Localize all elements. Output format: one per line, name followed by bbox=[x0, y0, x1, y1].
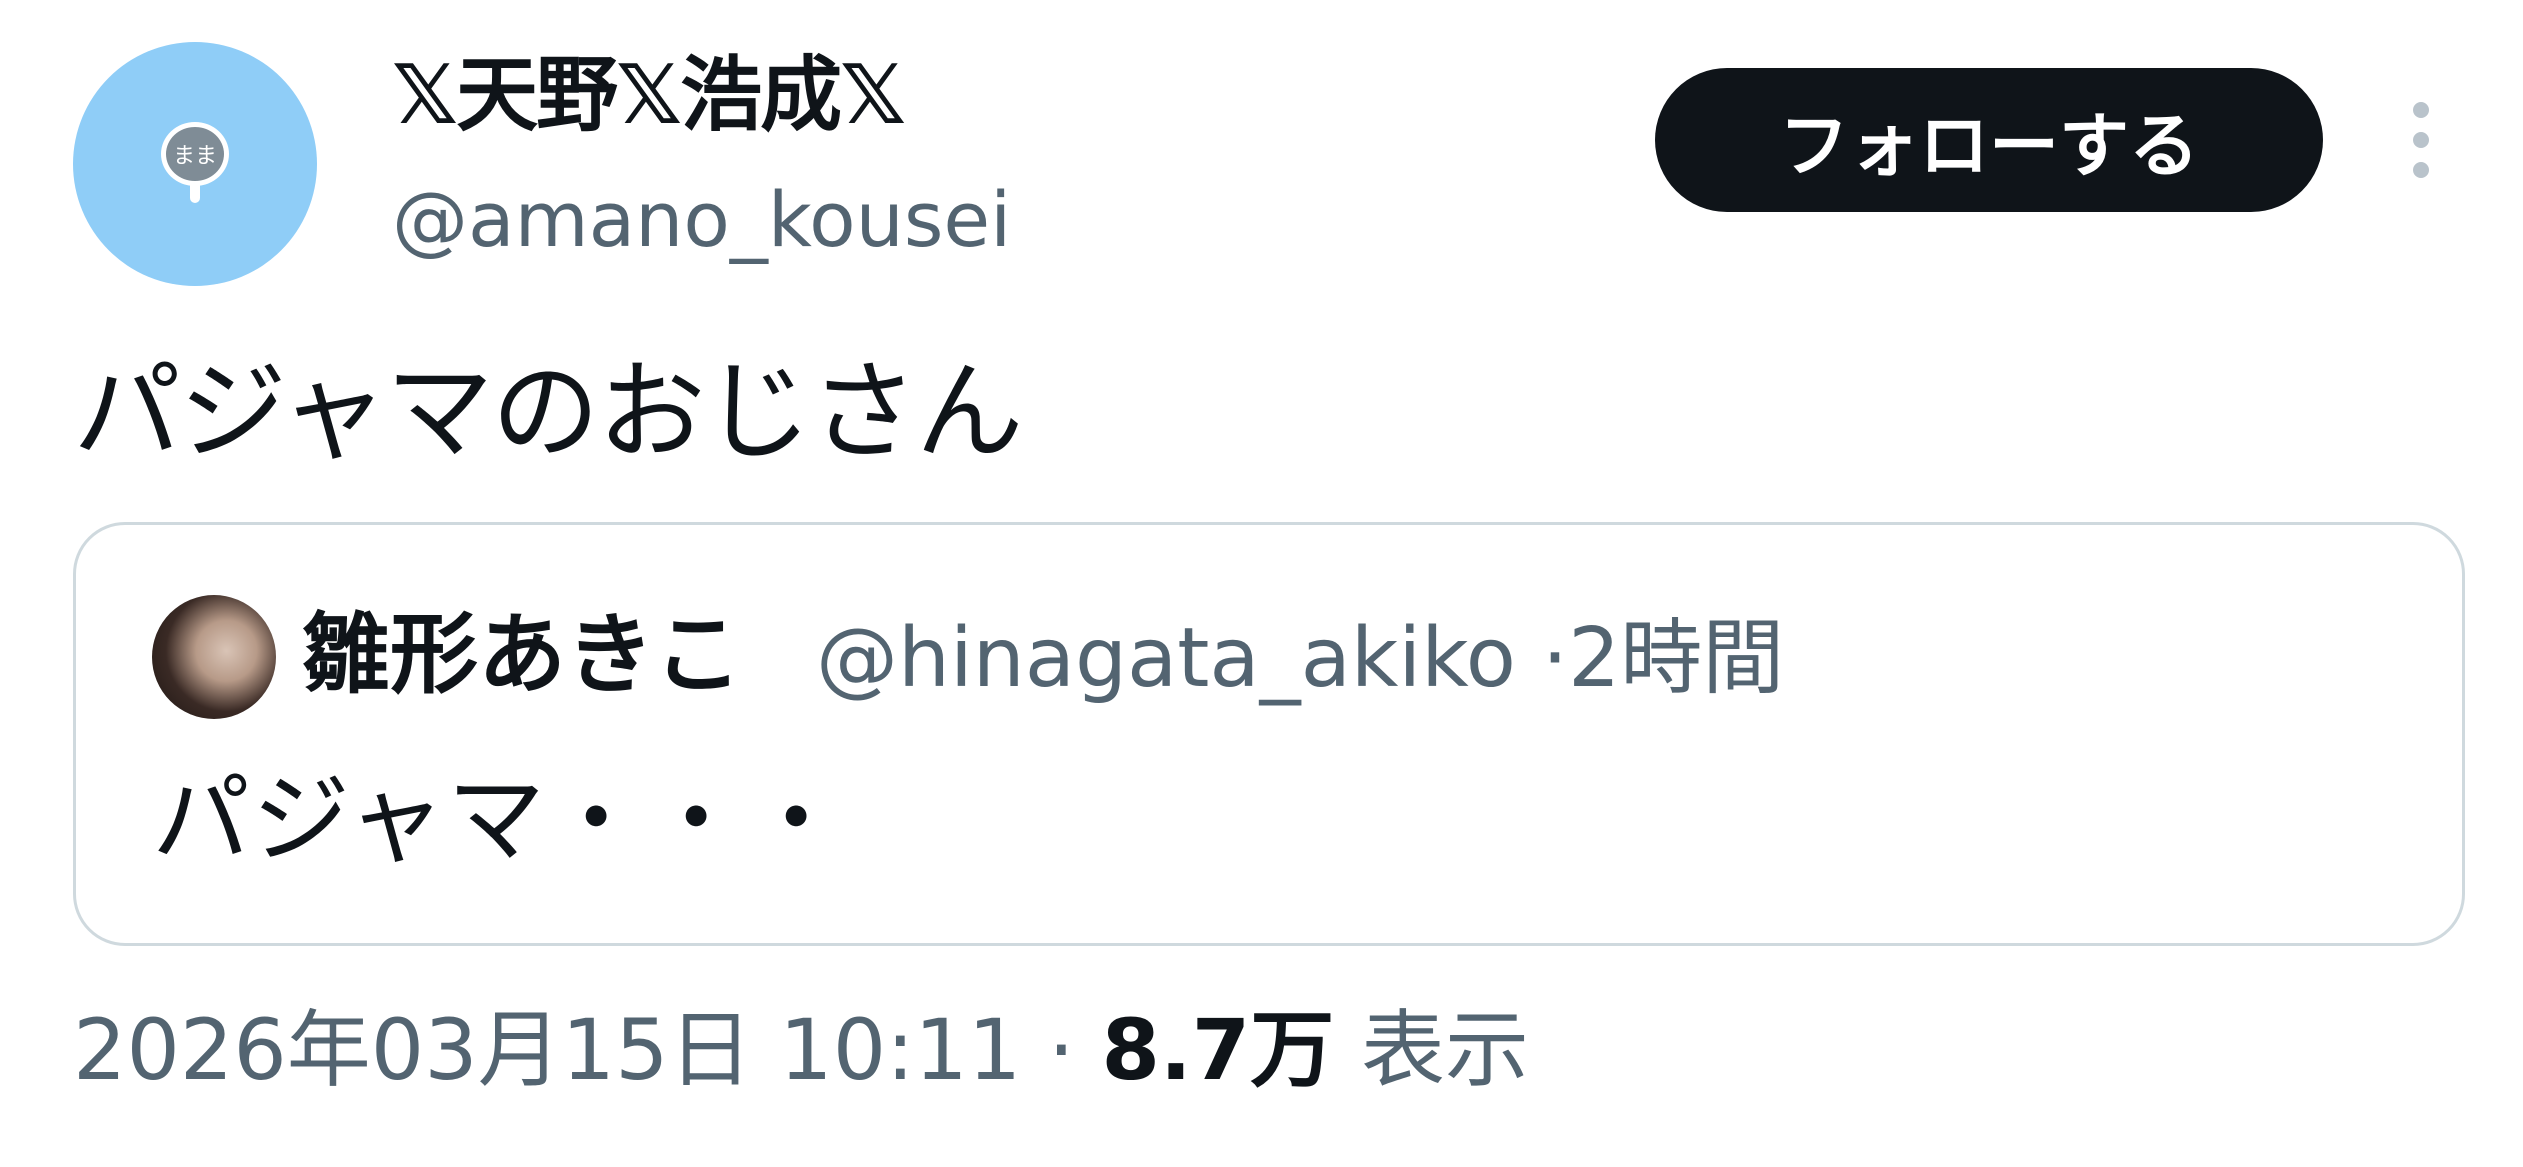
quote-tweet-card[interactable]: 雛形あきこ @hinagata_akiko ·2時間 パジャマ・・・ bbox=[73, 522, 2465, 946]
quote-author-avatar[interactable] bbox=[152, 595, 276, 719]
tweet-footer: 2026年03月15日 10:11 · 8.7万 表示 bbox=[73, 990, 1529, 1110]
author-avatar[interactable]: まま bbox=[73, 42, 317, 286]
author-display-name[interactable]: 𝕏天野𝕏浩成𝕏 bbox=[392, 46, 906, 146]
more-dot bbox=[2413, 102, 2429, 118]
quote-author-handle[interactable]: @hinagata_akiko bbox=[816, 611, 1516, 706]
quote-time[interactable]: 2時間 bbox=[1568, 611, 1784, 706]
tweet-text: パジャマのおじさん bbox=[73, 350, 1024, 475]
footer-separator: · bbox=[1048, 1001, 1075, 1099]
views-count: 8.7万 bbox=[1101, 1001, 1335, 1099]
quote-separator: · bbox=[1542, 611, 1569, 706]
author-handle[interactable]: @amano_kousei bbox=[392, 170, 1011, 270]
more-vertical-icon[interactable] bbox=[2395, 92, 2447, 188]
more-dot bbox=[2413, 162, 2429, 178]
tweet-timestamp[interactable]: 2026年03月15日 10:11 bbox=[73, 1001, 1021, 1099]
quote-meta: @hinagata_akiko ·2時間 bbox=[816, 599, 1784, 719]
views-label: 表示 bbox=[1360, 1001, 1529, 1099]
avatar-pin-icon bbox=[190, 185, 200, 203]
avatar-badge-text: まま bbox=[172, 144, 217, 169]
quote-text: パジャマ・・・ bbox=[152, 763, 848, 877]
quote-author-name[interactable]: 雛形あきこ bbox=[302, 595, 742, 715]
follow-button[interactable]: フォローする bbox=[1655, 68, 2323, 212]
more-dot bbox=[2413, 132, 2429, 148]
avatar-badge: まま bbox=[161, 122, 229, 186]
